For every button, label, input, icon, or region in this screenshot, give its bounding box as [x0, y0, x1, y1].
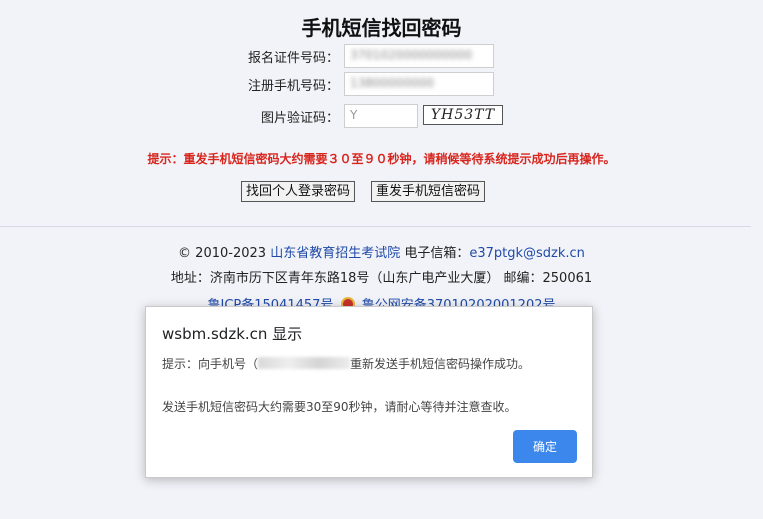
- org-link[interactable]: 山东省教育招生考试院: [270, 246, 400, 261]
- captcha-image[interactable]: YH53TT: [423, 105, 503, 125]
- resend-sms-password-button[interactable]: 重发手机短信密码: [371, 181, 486, 202]
- dialog-message-wait: 发送手机短信密码大约需要30至90秒钟，请耐心等待并注意查收。: [162, 400, 517, 414]
- divider: [0, 226, 751, 227]
- footer-address: 地址：济南市历下区青年东路18号（山东广电产业大厦） 邮编：250061: [170, 271, 593, 286]
- email-link[interactable]: e37ptgk@sdzk.cn: [469, 246, 585, 261]
- page-title: 手机短信找回密码: [301, 16, 462, 40]
- phone-number-row: 注册手机号码： 13800000000: [0, 72, 763, 96]
- captcha-label: 图片验证码：: [260, 111, 339, 126]
- id-number-row: 报名证件号码： 3701020000000000: [0, 44, 763, 68]
- phone-number-input[interactable]: 13800000000: [344, 72, 494, 96]
- id-number-input[interactable]: 3701020000000000: [344, 44, 494, 68]
- ok-button[interactable]: 确定: [513, 430, 577, 463]
- id-number-label: 报名证件号码：: [247, 51, 339, 66]
- captcha-row: 图片验证码： Y YH53TT: [0, 104, 763, 128]
- alert-dialog: wsbm.sdzk.cn 显示 提示：向手机号（ 重新发送手机短信密码操作成功。 …: [145, 306, 593, 478]
- masked-phone: [258, 357, 351, 369]
- recover-login-password-button[interactable]: 找回个人登录密码: [241, 181, 356, 202]
- dialog-message-success: 提示：向手机号（ 重新发送手机短信密码操作成功。: [162, 357, 531, 371]
- footer-copyright: © 2010-2023 山东省教育招生考试院 电子信箱：e37ptgk@sdzk…: [178, 246, 585, 261]
- captcha-input[interactable]: Y: [344, 104, 418, 128]
- resend-tip: 提示：重发手机短信密码大约需要３０至９０秒钟，请稍候等待系统提示成功后再操作。: [147, 152, 616, 166]
- dialog-title: wsbm.sdzk.cn 显示: [162, 325, 303, 343]
- phone-number-label: 注册手机号码：: [247, 79, 339, 94]
